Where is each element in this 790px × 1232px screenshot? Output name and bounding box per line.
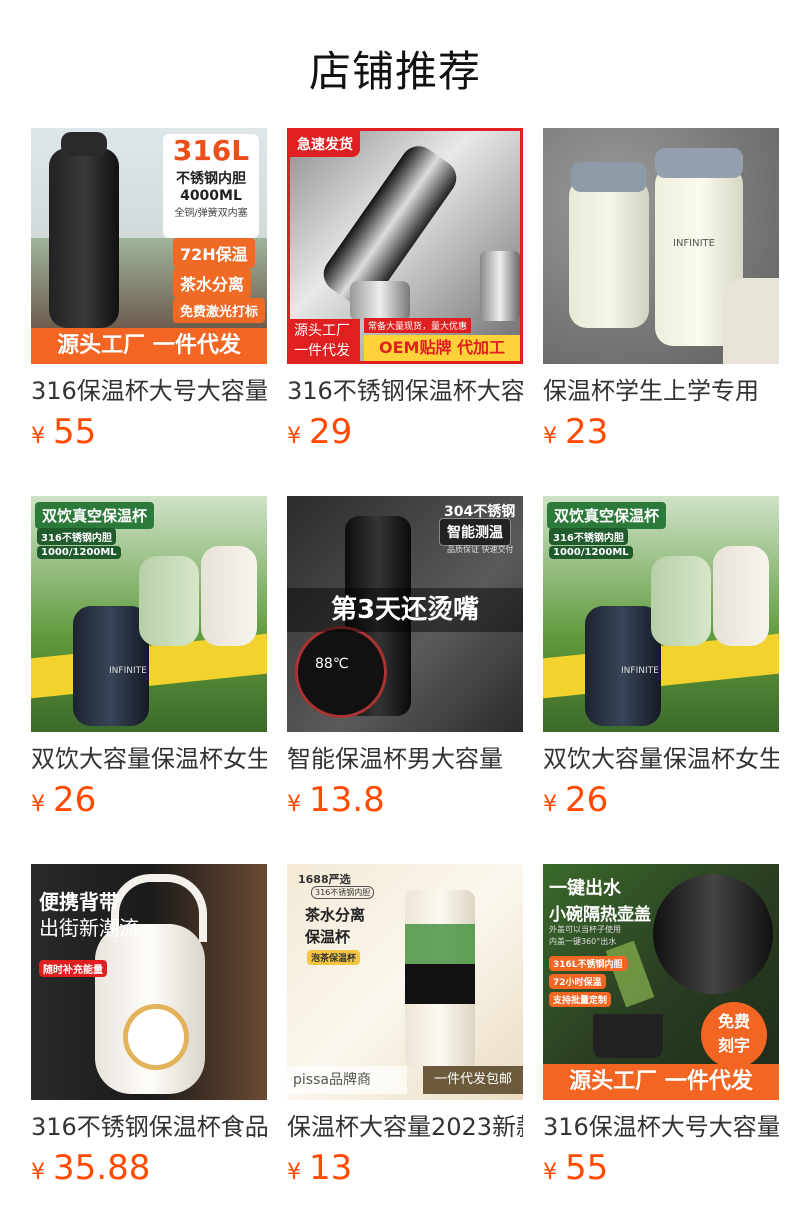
page-title: 店铺推荐 [308,47,481,96]
product-image[interactable]: 双饮真空保温杯 316不锈钢内胆 1000/1200ML INFINITE [31,496,267,732]
product-price: ¥29 [287,412,523,458]
image-tag: 泡茶保温杯 [307,950,361,965]
badge-316l: 316L [172,134,250,167]
currency-symbol: ¥ [287,1160,301,1185]
engraving-stamp: 免费 刻字 [701,1002,767,1068]
image-tag: 茶水分离 [173,268,252,298]
image-tag: 316不锈钢内胆 [549,528,628,545]
image-banner: 源头工厂 一件代发 [543,1064,779,1100]
badge-text: 全铜/弹簧双内塞 [174,208,248,219]
badge-text: 4000ML [180,188,242,204]
product-price: ¥13 [287,1148,523,1194]
product-image[interactable]: INFINITE [543,128,779,364]
product-name[interactable]: 保温杯大容量2023新款 [287,1112,523,1142]
corner-tag: 急速发货 [290,131,360,157]
price-value: 13 [309,1148,353,1188]
product-image[interactable]: 急速发货 源头工厂 一件代发 常备大量现货，量大优惠 OEM贴牌 代加工 [287,128,523,364]
left-tag: 源头工厂 一件代发 [290,319,360,361]
product-price: ¥55 [543,1148,779,1194]
product-name[interactable]: 智能保温杯男大容量 [287,744,523,774]
image-text: 小碗隔热壶盖 [549,905,651,925]
headline-strip: 第3天还烫嘴 [287,588,523,632]
currency-symbol: ¥ [287,424,301,449]
bottle-label: INFINITE [621,666,659,676]
image-text: 保温杯 [305,928,351,946]
image-text: 茶水分离 [305,906,366,924]
product-name[interactable]: 316不锈钢保温杯大容量 [287,376,523,406]
product-name[interactable]: 316保温杯大号大容量 [31,376,267,406]
image-tag: 1000/1200ML [549,546,633,559]
product-card[interactable]: 316L 不锈钢内胆 4000ML 全铜/弹簧双内塞 72H保温 茶水分离 免费… [31,128,267,458]
price-value: 29 [309,412,353,452]
image-text: 一键出水 [549,878,621,899]
image-tag: 支持批量定制 [549,992,612,1007]
price-value: 55 [565,1148,609,1188]
badge-text: 不锈钢内胆 [176,171,246,187]
product-name[interactable]: 双饮大容量保温杯女生 [31,744,267,774]
image-note: 品质保证 快速交付 [447,545,514,554]
image-tag: 72H保温 [173,238,255,268]
product-price: ¥13.8 [287,780,523,826]
image-tag: 随时补充能量 [39,960,107,977]
product-card[interactable]: 急速发货 源头工厂 一件代发 常备大量现货，量大优惠 OEM贴牌 代加工 316… [287,128,523,458]
product-card[interactable]: 一键出水 小碗隔热壶盖 外盖可以当杯子使用 内盖一键360°出水 316L不锈钢… [543,864,779,1194]
image-tag: 1000/1200ML [37,546,121,559]
image-tag: 72小时保温 [549,974,606,989]
image-note: 外盖可以当杯子使用 [549,925,621,934]
price-value: 55 [53,412,97,452]
headline-tag: 双饮真空保温杯 [35,502,155,529]
shipping-strip: 一件代发包邮 [423,1066,523,1094]
product-price: ¥55 [31,412,267,458]
temperature-display: 88℃ [315,656,349,672]
currency-symbol: ¥ [31,792,45,817]
product-card[interactable]: 1688严选 316不锈钢内胆 茶水分离 保温杯 泡茶保温杯 pissa品牌商 … [287,864,523,1194]
product-name[interactable]: 316不锈钢保温杯食品级 [31,1112,267,1142]
product-name[interactable]: 保温杯学生上学专用 [543,376,779,406]
image-tag: 316不锈钢内胆 [37,528,116,545]
promo-note: 常备大量现货，量大优惠 [364,318,472,333]
product-card[interactable]: 双饮真空保温杯 316不锈钢内胆 1000/1200ML INFINITE 双饮… [31,496,267,826]
image-text: 出街新潮流 [39,916,139,940]
product-image[interactable]: 双饮真空保温杯 316不锈钢内胆 1000/1200ML INFINITE [543,496,779,732]
bottle-label: INFINITE [109,666,147,676]
bottle-label: INFINITE [673,238,715,249]
currency-symbol: ¥ [543,1160,557,1185]
product-image[interactable]: 1688严选 316不锈钢内胆 茶水分离 保温杯 泡茶保温杯 pissa品牌商 … [287,864,523,1100]
product-card[interactable]: 88℃ 304不锈钢 智能测温 品质保证 快速交付 第3天还烫嘴 智能保温杯男大… [287,496,523,826]
product-name[interactable]: 316保温杯大号大容量 [543,1112,779,1142]
headline-tag: 双饮真空保温杯 [547,502,667,529]
product-price: ¥23 [543,412,779,458]
image-note: 316不锈钢内胆 [311,886,375,899]
image-tag: 316L不锈钢内胆 [549,956,627,971]
image-tag: 智能测温 [439,518,511,546]
price-value: 26 [565,780,609,820]
product-image[interactable]: 便携背带 出街新潮流 随时补充能量 [31,864,267,1100]
currency-symbol: ¥ [543,792,557,817]
product-image[interactable]: 88℃ 304不锈钢 智能测温 品质保证 快速交付 第3天还烫嘴 [287,496,523,732]
currency-symbol: ¥ [287,792,301,817]
brand-strip: pissa品牌商 [287,1066,407,1094]
product-price: ¥35.88 [31,1148,267,1194]
image-note: 内盖一键360°出水 [549,937,617,946]
currency-symbol: ¥ [31,1160,45,1185]
product-card[interactable]: 双饮真空保温杯 316不锈钢内胆 1000/1200ML INFINITE 双饮… [543,496,779,826]
currency-symbol: ¥ [31,424,45,449]
product-price: ¥26 [31,780,267,826]
price-value: 23 [565,412,609,452]
price-value: 26 [53,780,97,820]
product-card[interactable]: 便携背带 出街新潮流 随时补充能量 316不锈钢保温杯食品级 ¥35.88 [31,864,267,1194]
product-image[interactable]: 316L 不锈钢内胆 4000ML 全铜/弹簧双内塞 72H保温 茶水分离 免费… [31,128,267,364]
price-value: 13.8 [309,780,385,820]
product-card[interactable]: INFINITE 保温杯学生上学专用 ¥23 [543,128,779,458]
product-price: ¥26 [543,780,779,826]
oem-tag: OEM贴牌 代加工 [364,335,520,361]
product-name[interactable]: 双饮大容量保温杯女生 [543,744,779,774]
image-tag: 免费激光打标 [173,298,266,323]
currency-symbol: ¥ [543,424,557,449]
image-banner: 源头工厂 一件代发 [31,328,267,364]
image-text: 便携背带 [39,890,119,914]
product-image[interactable]: 一键出水 小碗隔热壶盖 外盖可以当杯子使用 内盖一键360°出水 316L不锈钢… [543,864,779,1100]
price-value: 35.88 [53,1148,151,1188]
